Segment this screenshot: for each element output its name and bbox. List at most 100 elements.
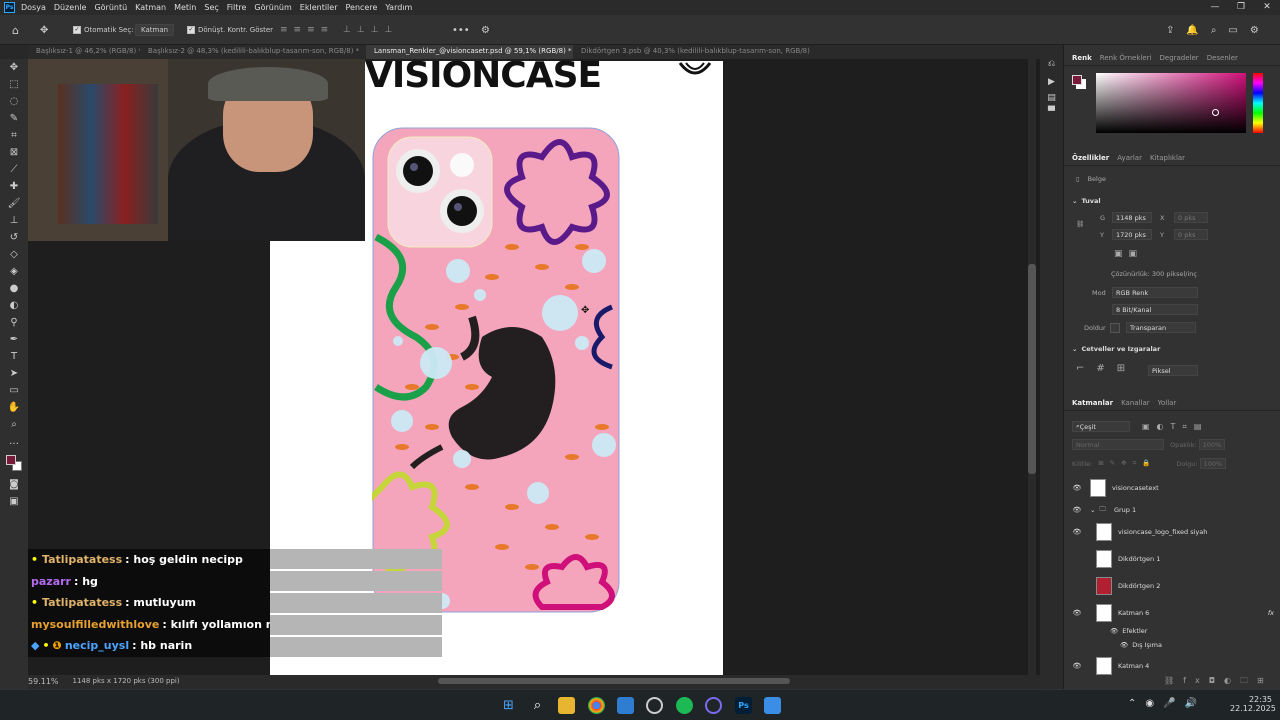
close-icon[interactable]: ✕ [1254,0,1280,15]
link-icon[interactable]: ⛓ [1076,220,1084,228]
path-select-icon[interactable]: ➤ [0,365,28,382]
menu-type[interactable]: Metin [174,3,196,12]
visibility-eye-icon[interactable]: 👁 [1072,662,1082,670]
spotify-icon[interactable] [676,697,693,714]
chat-bubble-icon[interactable]: ▀ [1040,107,1063,117]
layer-row[interactable]: · Dikdörtgen 1 [1064,548,1274,570]
grid-icon[interactable]: # [1096,363,1104,374]
hue-slider[interactable] [1253,73,1263,133]
tab-doc-1[interactable]: Başlıksız-1 @ 46,2% (RGB/8) * [28,45,140,59]
color-swatches[interactable] [0,450,28,476]
screen-mode-icon[interactable]: ▣ [0,493,28,510]
canvas-section[interactable]: ⌄ Tuval [1072,197,1101,205]
y-field[interactable]: 0 pks [1174,229,1208,240]
tab-doc-3[interactable]: Lansman_Renkler_@visioncasetr.psd @ 59,1… [366,45,573,59]
system-tray-icons[interactable]: ⌃◉🎤🔊 [1128,698,1206,709]
actions-play-icon[interactable]: ▶ [1040,77,1063,87]
menu-view[interactable]: Görünüm [254,3,291,12]
chrome-icon[interactable] [588,697,605,714]
bit-depth-dropdown[interactable]: 8 Bit/Kanal [1112,304,1198,315]
height-field[interactable]: 1720 pks [1112,229,1152,240]
filter-icons[interactable]: ▣◐T⌗▤ [1142,422,1209,432]
fx-icon[interactable]: fx [1268,609,1274,617]
layer-group-row[interactable]: 👁 ⌄ 🗀 Grup 1 [1064,499,1274,521]
stamp-icon[interactable]: ⊥ [0,212,28,229]
tab-channels[interactable]: Kanallar [1121,399,1150,407]
autoselect-dropdown[interactable]: Katman [135,23,175,37]
type-icon[interactable]: T [0,348,28,365]
fill-dropdown[interactable]: Transparan [1126,322,1196,333]
layer-row[interactable]: 👁 visioncase_logo_fixed siyah [1064,521,1274,543]
quick-mask-icon[interactable]: ◙ [0,476,28,493]
tab-color[interactable]: Renk [1072,54,1092,62]
tab-properties[interactable]: Özellikler [1072,154,1109,162]
history-icon[interactable]: ⎌ [1040,59,1063,69]
menu-image[interactable]: Görüntü [94,3,127,12]
clock[interactable]: 22:35 22.12.2025 [1230,695,1276,713]
settings-gear-icon[interactable]: ⚙ [481,23,490,37]
blur-icon[interactable]: ● [0,280,28,297]
obs-icon[interactable] [705,697,722,714]
app-icon[interactable] [646,697,663,714]
eyedropper-icon[interactable]: ⟋ [0,161,28,178]
tab-gradients[interactable]: Degradeler [1160,54,1199,62]
lock-icons[interactable]: ⊠✎✥⌗🔒 [1098,459,1156,468]
sponge-icon[interactable]: ⚲ [0,314,28,331]
menu-layer[interactable]: Katman [135,3,166,12]
hand-icon[interactable]: ✋ [0,399,28,416]
frame-icon[interactable]: ⊠ [0,144,28,161]
portrait-icon[interactable]: ▣ [1114,249,1123,259]
move-icon[interactable]: ✥ [0,59,28,76]
menu-window[interactable]: Pencere [346,3,378,12]
blend-mode-dropdown[interactable]: Normal [1072,439,1164,450]
layer-fill-field[interactable]: 100% [1199,458,1226,469]
orientation-icons[interactable]: ▣ ▣ [1114,249,1137,259]
zoom-level[interactable]: 59.11% [28,677,59,686]
fill-swatch[interactable] [1110,322,1120,333]
menu-edit[interactable]: Düzenle [54,3,87,12]
top-right-icons[interactable]: ⇪🔔⌕▭⚙ [1166,23,1271,37]
tab-adjustments[interactable]: Ayarlar [1117,154,1142,162]
color-picker-handle[interactable] [1212,109,1219,116]
brush-icon[interactable]: 🖌 [0,195,28,212]
visibility-eye-icon[interactable]: 👁 [1072,609,1082,617]
history-brush-icon[interactable]: ↺ [0,229,28,246]
mode-dropdown[interactable]: RGB Renk [1112,287,1198,298]
guides-icon[interactable]: ⊞ [1117,363,1125,374]
comments-icon[interactable]: ▤ [1040,93,1063,103]
search-icon[interactable]: ⌕ [529,697,546,714]
rulers-section[interactable]: ⌄ Cetveller ve Izgaralar [1072,345,1160,353]
align-icons[interactable]: ≡≡≡≡ ⊥⊥⊥⊥ [280,23,398,37]
minimize-icon[interactable]: — [1202,0,1228,15]
color-field[interactable] [1096,73,1246,133]
visibility-eye-icon[interactable]: · [1072,582,1082,590]
autoselect-checkbox[interactable]: ✓ Otomatik Seç: [73,23,134,37]
pen-icon[interactable]: ✒ [0,331,28,348]
tab-swatches[interactable]: Renk Örnekleri [1100,54,1152,62]
ruler-icons[interactable]: ⌐ # ⊞ [1076,363,1125,374]
visibility-eye-icon[interactable]: 👁 [1072,528,1082,536]
maximize-icon[interactable]: ❐ [1228,0,1254,15]
tab-paths[interactable]: Yollar [1158,399,1177,407]
ruler-icon[interactable]: ⌐ [1076,363,1084,374]
visibility-eye-icon[interactable]: 👁 [1072,484,1082,492]
units-dropdown[interactable]: Piksel [1148,365,1198,376]
crop-icon[interactable]: ⌗ [0,127,28,144]
chevron-down-icon[interactable]: ⌄ [1090,506,1095,514]
menu-file[interactable]: Dosya [21,3,46,12]
quick-select-icon[interactable]: ✎ [0,110,28,127]
tab-layers[interactable]: Katmanlar [1072,399,1113,407]
menu-plugins[interactable]: Eklentiler [300,3,338,12]
tab-doc-4[interactable]: Dikdörtgen 3.psb @ 40,3% (kedilili-balık… [573,45,831,59]
layer-filter-dropdown[interactable]: ⌕ Çeşit [1072,421,1130,432]
visibility-eye-icon[interactable]: 👁 [1072,506,1082,514]
layer-row[interactable]: 👁 visioncasetext [1064,477,1274,499]
opacity-field[interactable]: 100% [1198,439,1225,450]
landscape-icon[interactable]: ▣ [1129,249,1138,259]
menu-select[interactable]: Seç [204,3,218,12]
phone-case-design[interactable] [372,127,622,615]
effects-eye-icon[interactable]: 👁 [1110,627,1118,635]
canvas-area[interactable]: VISIONCASE ✥ • Tatlipatatess: hoş geldi… [28,59,1040,675]
effect-eye-icon[interactable]: 👁 [1120,641,1128,649]
start-icon[interactable]: ⊞ [500,697,517,714]
